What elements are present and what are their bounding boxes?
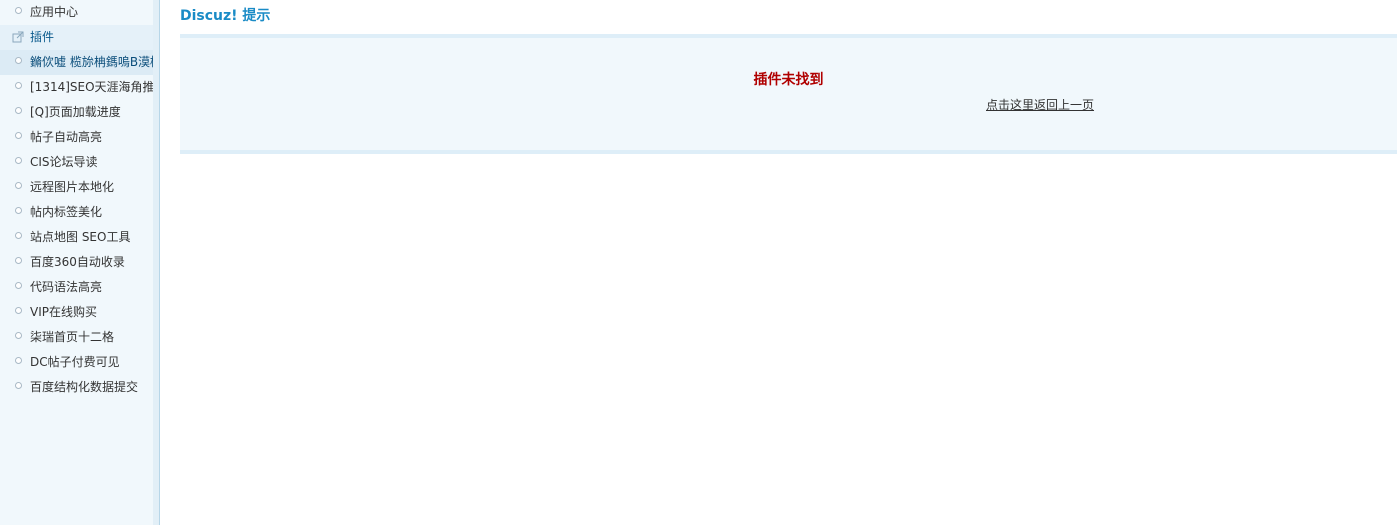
sidebar-item-baidu-360[interactable]: 百度360自动收录 (0, 250, 153, 275)
page-title: Discuz! 提示 (180, 8, 271, 24)
bullet-icon (15, 282, 22, 289)
bullet-icon (15, 57, 22, 64)
bullet-icon (15, 257, 22, 264)
bullet-icon (15, 207, 22, 214)
bullet-icon (15, 182, 22, 189)
sidebar-item-remote-images[interactable]: 远程图片本地化 (0, 175, 153, 200)
sidebar-item-label: [Q]页面加载进度 (30, 105, 121, 119)
sidebar-item-auto-highlight[interactable]: 帖子自动高亮 (0, 125, 153, 150)
sidebar-item-label: DC帖子付费可见 (30, 355, 120, 369)
sidebar-item-label: 鏅佽嘘 榄旀柟鎷嗚В漠樱 (30, 55, 153, 69)
sidebar-menu: 应用中心 插件 鏅佽嘘 榄旀柟鎷嗚В漠樱 [1314]SEO天涯海角推 [Q]页… (0, 0, 153, 400)
sidebar-item-page-loading[interactable]: [Q]页面加载进度 (0, 100, 153, 125)
notice-box: 插件未找到 点击这里返回上一页 (180, 34, 1397, 154)
sidebar-item-baidu-structured-data[interactable]: 百度结构化数据提交 (0, 375, 153, 400)
sidebar-item-label: 帖子自动高亮 (30, 130, 103, 144)
sidebar-item-label: 百度360自动收录 (30, 255, 125, 269)
bullet-icon (15, 307, 22, 314)
sidebar-item-label: 帖内标签美化 (30, 205, 103, 219)
sidebar-item-plugins[interactable]: 插件 (0, 25, 153, 50)
bullet-icon (15, 382, 22, 389)
sidebar-item-label: 应用中心 (30, 5, 79, 19)
sidebar-item-label: 插件 (30, 30, 55, 44)
sidebar-item-homepage-grid[interactable]: 柒瑞首页十二格 (0, 325, 153, 350)
main-content: Discuz! 提示 插件未找到 点击这里返回上一页 (180, 0, 1397, 525)
sidebar-item-cis-guide[interactable]: CIS论坛导读 (0, 150, 153, 175)
sidebar-item-vip-purchase[interactable]: VIP在线购买 (0, 300, 153, 325)
bullet-icon (15, 357, 22, 364)
sidebar-item-label: VIP在线购买 (30, 305, 97, 319)
sidebar-item-paid-posts[interactable]: DC帖子付费可见 (0, 350, 153, 375)
error-message: 插件未找到 (753, 72, 824, 88)
bullet-icon (15, 232, 22, 239)
bullet-icon (15, 157, 22, 164)
bullet-icon (15, 332, 22, 339)
sidebar-item-app-center[interactable]: 应用中心 (0, 0, 153, 25)
sidebar-item-sitemap-seo[interactable]: 站点地图 SEO工具 (0, 225, 153, 250)
sidebar-item-label: CIS论坛导读 (30, 155, 98, 169)
sidebar-item-label: 代码语法高亮 (30, 280, 103, 294)
back-link[interactable]: 点击这里返回上一页 (986, 97, 1094, 113)
sidebar-item-label: 百度结构化数据提交 (30, 380, 139, 394)
sidebar-item-label: 柒瑞首页十二格 (30, 330, 115, 344)
sidebar-item-tag-beautify[interactable]: 帖内标签美化 (0, 200, 153, 225)
admin-page: 应用中心 插件 鏅佽嘘 榄旀柟鎷嗚В漠樱 [1314]SEO天涯海角推 [Q]页… (0, 0, 1397, 525)
sidebar-item-label: 站点地图 SEO工具 (30, 230, 131, 244)
sidebar-item-code-highlight[interactable]: 代码语法高亮 (0, 275, 153, 300)
bullet-icon (15, 132, 22, 139)
external-link-icon (12, 31, 24, 43)
bullet-icon (15, 107, 22, 114)
bullet-icon (15, 7, 22, 14)
sidebar-item-label: 远程图片本地化 (30, 180, 115, 194)
